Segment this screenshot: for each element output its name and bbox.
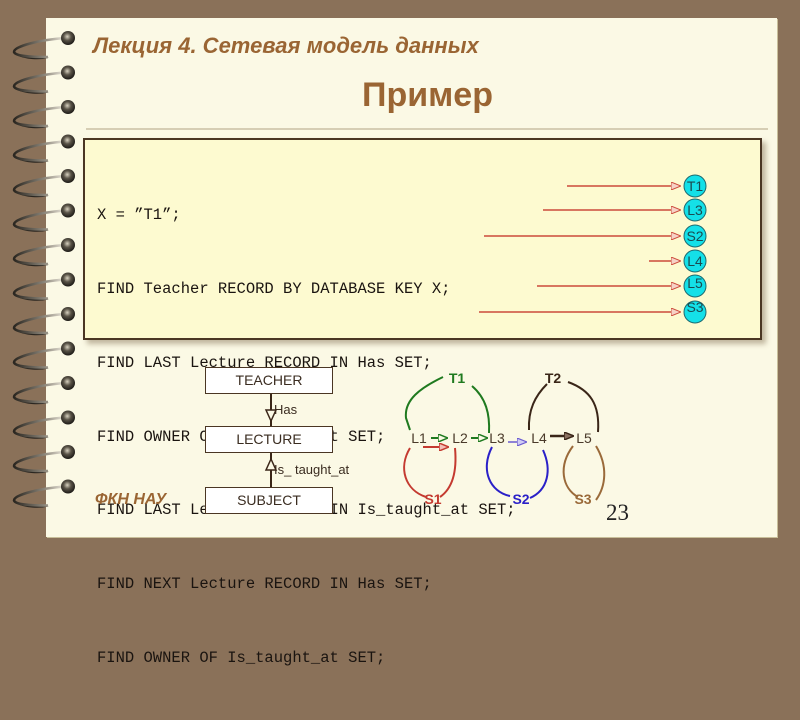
binding-ring [12,410,75,439]
binding-ring [12,169,75,198]
binding-ring [12,272,75,301]
set-label-has: Has [274,402,298,417]
binding-ring [12,31,75,60]
binding-ring [12,203,75,232]
binding-ring [12,479,75,508]
record-subject: SUBJECT [205,487,333,514]
page-number: 23 [606,500,629,525]
footer-label: ФКН НАУ [95,491,167,508]
binding-ring [12,341,75,370]
slide-title: Пример [362,76,493,114]
code-line: FIND Teacher RECORD BY DATABASE KEY X; [97,279,451,298]
code-line: X = ”T1”; [97,206,181,225]
binding-ring [12,238,75,267]
binding-ring [12,376,75,405]
record-teacher: TEACHER [205,367,333,394]
binding-ring [12,307,75,336]
lecture-title: Лекция 4. Сетевая модель данных [93,33,479,58]
code-panel: X = ”T1”; FIND Teacher RECORD BY DATABAS… [83,138,762,667]
title-divider [86,128,768,130]
set-label-is-taught-at: Is_ taught_at [274,462,350,477]
record-lecture: LECTURE [205,426,333,453]
binding-ring [12,445,75,474]
code-line: FIND OWNER OF Is_taught_at SET; [97,648,386,667]
binding-ring [12,134,75,163]
code-line: FIND NEXT Lecture RECORD IN Has SET; [97,575,432,594]
